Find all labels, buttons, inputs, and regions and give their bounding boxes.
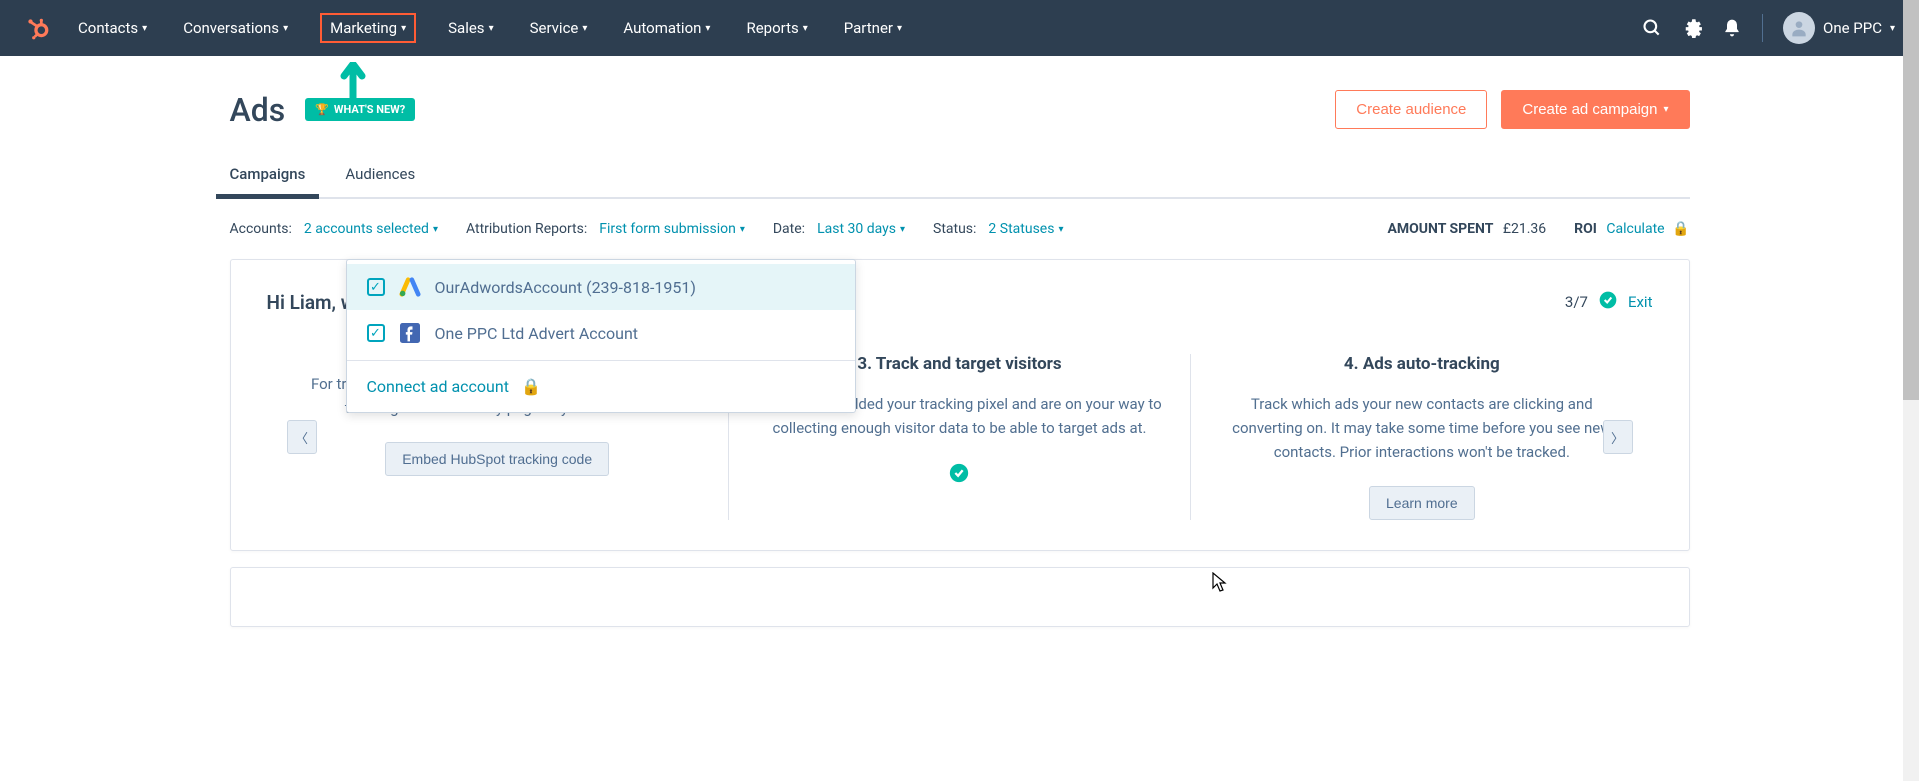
chevron-down-icon: ▾ — [433, 224, 438, 235]
checkbox-checked-icon[interactable]: ✓ — [367, 324, 385, 342]
account-option-adwords[interactable]: ✓ OurAdwordsAccount (239-818-1951) — [347, 264, 855, 310]
page-title: Ads — [230, 91, 286, 129]
account-label: One PPC — [1823, 19, 1882, 37]
create-audience-button[interactable]: Create audience — [1335, 90, 1487, 129]
nav-contacts[interactable]: Contacts▾ — [74, 13, 151, 43]
header-actions: Create audience Create ad campaign ▾ — [1335, 90, 1689, 129]
checkbox-checked-icon[interactable]: ✓ — [367, 278, 385, 296]
accounts-filter-label: Accounts: — [230, 221, 292, 237]
calculate-roi-link[interactable]: Calculate — [1606, 221, 1664, 237]
chevron-down-icon: ▾ — [705, 23, 710, 34]
whats-new-badge[interactable]: 🏆 WHAT'S NEW? — [305, 98, 415, 121]
nav-partner[interactable]: Partner▾ — [840, 13, 906, 43]
progress-counter: 3/7 — [1565, 293, 1588, 311]
scrollbar[interactable] — [1903, 0, 1919, 781]
status-filter[interactable]: 2 Statuses▾ — [988, 221, 1063, 237]
chevron-down-icon: ▾ — [401, 23, 406, 34]
nav-conversations[interactable]: Conversations▾ — [179, 13, 292, 43]
chevron-down-icon: ▾ — [489, 23, 494, 34]
connect-account-link[interactable]: Connect ad account 🔒 — [367, 377, 541, 396]
nav-marketing[interactable]: Marketing▾ — [320, 13, 416, 43]
amount-spent-metric: AMOUNT SPENT £21.36 — [1387, 221, 1546, 237]
nav-automation[interactable]: Automation▾ — [619, 13, 714, 43]
content-card — [230, 567, 1690, 627]
step-title: 3. Track and target visitors — [857, 354, 1061, 374]
chevron-down-icon: ▾ — [1058, 224, 1063, 235]
exit-link[interactable]: Exit — [1628, 293, 1653, 311]
step-title: 4. Ads auto-tracking — [1344, 354, 1500, 374]
nav-service[interactable]: Service▾ — [526, 13, 592, 43]
chevron-down-icon: ▾ — [142, 23, 147, 34]
chevron-down-icon: ▾ — [1663, 104, 1668, 115]
status-filter-label: Status: — [933, 221, 976, 237]
step-desc: Track which ads your new contacts are cl… — [1219, 392, 1624, 464]
hubspot-logo-icon[interactable] — [24, 15, 50, 41]
google-ads-icon — [399, 276, 421, 298]
lock-icon: 🔒 — [521, 377, 541, 396]
chevron-down-icon: ▾ — [740, 224, 745, 235]
date-filter-label: Date: — [773, 221, 805, 237]
trophy-icon: 🏆 — [315, 103, 329, 116]
search-icon[interactable] — [1642, 18, 1662, 38]
embed-tracking-button[interactable]: Embed HubSpot tracking code — [385, 442, 609, 476]
gear-icon[interactable] — [1682, 18, 1702, 38]
account-option-label: OurAdwordsAccount (239-818-1951) — [435, 278, 696, 297]
nav-divider — [1762, 14, 1763, 42]
top-nav: Contacts▾ Conversations▾ Marketing▾ Sale… — [0, 0, 1919, 56]
create-campaign-button[interactable]: Create ad campaign ▾ — [1501, 90, 1689, 129]
learn-more-button[interactable]: Learn more — [1369, 486, 1475, 520]
bell-icon[interactable] — [1722, 18, 1742, 38]
account-menu[interactable]: One PPC ▾ — [1783, 12, 1895, 44]
accounts-filter[interactable]: 2 accounts selected▾ — [304, 221, 438, 237]
avatar-icon — [1783, 12, 1815, 44]
attribution-filter-label: Attribution Reports: — [466, 221, 587, 237]
chevron-down-icon: ▾ — [283, 23, 288, 34]
tab-campaigns[interactable]: Campaigns — [230, 153, 306, 197]
lock-icon: 🔒 — [1672, 221, 1689, 237]
chevron-down-icon: ▾ — [1890, 23, 1895, 34]
nav-right: One PPC ▾ — [1642, 12, 1895, 44]
facebook-icon — [399, 322, 421, 344]
account-option-label: One PPC Ltd Advert Account — [435, 324, 639, 343]
page-header: Ads 🏆 WHAT'S NEW? Create audience Create… — [230, 56, 1690, 153]
date-filter[interactable]: Last 30 days▾ — [817, 221, 905, 237]
attribution-filter[interactable]: First form submission▾ — [599, 221, 745, 237]
nav-sales[interactable]: Sales▾ — [444, 13, 497, 43]
tabs: Campaigns Audiences — [230, 153, 1690, 199]
chevron-down-icon: ▾ — [803, 23, 808, 34]
prev-step-button[interactable]: 〈 — [287, 420, 317, 454]
tab-audiences[interactable]: Audiences — [345, 153, 415, 197]
check-circle-icon — [948, 462, 970, 490]
account-option-facebook[interactable]: ✓ One PPC Ltd Advert Account — [347, 310, 855, 356]
filter-bar: Accounts: 2 accounts selected▾ Attributi… — [230, 199, 1690, 259]
chevron-down-icon: ▾ — [582, 23, 587, 34]
step-auto-tracking: 4. Ads auto-tracking Track which ads you… — [1191, 354, 1652, 520]
chevron-down-icon: ▾ — [900, 224, 905, 235]
roi-metric: ROI Calculate 🔒 — [1574, 221, 1689, 237]
next-step-button[interactable]: 〉 — [1603, 420, 1633, 454]
scrollbar-thumb[interactable] — [1903, 0, 1919, 400]
nav-reports[interactable]: Reports▾ — [742, 13, 811, 43]
accounts-dropdown: ✓ OurAdwordsAccount (239-818-1951) ✓ One… — [346, 259, 856, 413]
chevron-down-icon: ▾ — [897, 23, 902, 34]
check-circle-icon — [1598, 290, 1618, 314]
nav-items: Contacts▾ Conversations▾ Marketing▾ Sale… — [74, 13, 1642, 43]
